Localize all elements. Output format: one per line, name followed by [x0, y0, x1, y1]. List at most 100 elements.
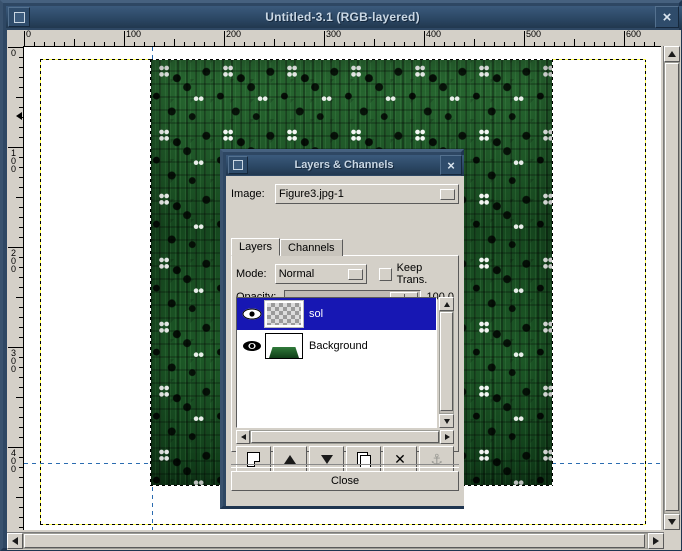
vertical-scroll-thumb[interactable] [665, 63, 679, 511]
scroll-down-arrow[interactable] [439, 414, 454, 428]
ruler-tick [74, 39, 75, 46]
list-item-label: Background [309, 340, 368, 352]
ruler-tick [194, 42, 195, 46]
layer-list-hscroll-thumb[interactable] [251, 431, 439, 443]
up-arrow-icon [284, 455, 296, 464]
ruler-tick [154, 42, 155, 46]
layer-list-hscroll-trough[interactable] [250, 430, 440, 444]
layer-list-scroll-trough[interactable] [439, 311, 454, 414]
ruler-tick [284, 42, 285, 46]
layers-tab-page: Mode: Normal Keep Trans. Opacity: [231, 255, 459, 452]
mode-dropdown-value: Normal [279, 268, 348, 280]
ruler-tick [164, 42, 165, 46]
ruler-tick [134, 42, 135, 46]
scroll-left-arrow[interactable] [7, 533, 23, 549]
ruler-label: 2 0 0 [9, 249, 18, 273]
keep-trans-checkbox[interactable] [379, 268, 392, 281]
layer-list-horizontal-scrollbar[interactable] [236, 430, 454, 444]
horizontal-scroll-thumb[interactable] [24, 534, 645, 548]
ruler-tick [19, 67, 23, 68]
horizontal-scroll-trough[interactable] [23, 533, 648, 549]
ruler-tick [19, 317, 23, 318]
scroll-up-arrow[interactable] [664, 46, 680, 62]
ruler-tick [19, 87, 23, 88]
ruler-tick [514, 42, 515, 46]
ruler-tick [19, 137, 23, 138]
ruler-tick [19, 477, 23, 478]
table-row[interactable]: Background [237, 330, 436, 362]
layer-thumbnail [265, 333, 303, 359]
dialog-titlebar[interactable]: Layers & Channels × [226, 155, 464, 175]
ruler-tick [394, 42, 395, 46]
ruler-tick [16, 397, 23, 398]
new-layer-button[interactable] [236, 446, 271, 472]
scroll-right-arrow[interactable] [648, 533, 664, 549]
eye-icon[interactable] [239, 308, 265, 320]
duplicate-layer-button[interactable] [346, 446, 381, 472]
ruler-tick [19, 177, 23, 178]
ruler-label: 3 0 0 [9, 349, 18, 373]
horizontal-ruler[interactable]: 0100200300400500600 [23, 30, 661, 47]
ruler-tick [634, 42, 635, 46]
vertical-scroll-trough[interactable] [664, 62, 680, 514]
eye-icon[interactable] [239, 340, 265, 352]
ruler-tick [564, 42, 565, 46]
keep-trans-label: Keep Trans. [397, 262, 454, 286]
image-selector-row: Image: Figure3.jpg-1 [231, 184, 459, 204]
ruler-tick [414, 42, 415, 46]
delete-layer-button[interactable]: ✕ [383, 446, 418, 472]
ruler-tick [34, 42, 35, 46]
ruler-tick [174, 39, 175, 46]
ruler-tick [19, 167, 23, 168]
layer-list-vertical-scrollbar[interactable] [439, 297, 454, 428]
window-titlebar[interactable]: Untitled-3.1 (RGB-layered) × [6, 6, 682, 28]
down-arrow-icon [321, 455, 333, 464]
dialog-close-icon[interactable]: × [440, 155, 462, 175]
dialog-body: Image: Figure3.jpg-1 Layers Channels Mod… [226, 176, 464, 506]
ruler-tick [19, 337, 23, 338]
ruler-tick [294, 42, 295, 46]
close-button[interactable]: Close [231, 471, 459, 491]
ruler-tick [19, 227, 23, 228]
notebook-tabs: Layers Channels [231, 238, 459, 256]
horizontal-scrollbar[interactable] [7, 532, 664, 550]
window-menu-icon[interactable] [8, 7, 30, 27]
scroll-right-arrow[interactable] [440, 430, 454, 444]
vertical-ruler[interactable]: 01 0 02 0 03 0 04 0 0 [7, 46, 24, 530]
ruler-tick [19, 107, 23, 108]
ruler-tick [444, 42, 445, 46]
tab-layers[interactable]: Layers [231, 238, 280, 256]
mode-label: Mode: [236, 268, 275, 280]
ruler-tick [404, 42, 405, 46]
ruler-tick [474, 39, 475, 46]
ruler-tick [19, 287, 23, 288]
vertical-scrollbar[interactable] [663, 46, 681, 530]
mode-dropdown[interactable]: Normal [275, 264, 367, 284]
ruler-tick [464, 42, 465, 46]
ruler-tick [234, 42, 235, 46]
layer-list-scroll-thumb[interactable] [440, 312, 453, 411]
tab-channels[interactable]: Channels [280, 239, 342, 256]
table-row[interactable]: sol [237, 298, 436, 330]
layer-thumbnail [265, 301, 303, 327]
layer-list[interactable]: sol Background [236, 297, 437, 428]
ruler-tick [454, 42, 455, 46]
scroll-down-arrow[interactable] [664, 514, 680, 530]
raise-layer-button[interactable] [273, 446, 308, 472]
ruler-tick [19, 427, 23, 428]
layers-and-channels-dialog[interactable]: Layers & Channels × Image: Figure3.jpg-1… [220, 149, 464, 509]
close-icon[interactable]: × [655, 6, 679, 28]
dialog-window-menu-icon[interactable] [228, 156, 248, 174]
ruler-tick [19, 127, 23, 128]
scroll-left-arrow[interactable] [236, 430, 250, 444]
ruler-tick [19, 357, 23, 358]
ruler-tick [344, 42, 345, 46]
scroll-up-arrow[interactable] [439, 297, 454, 311]
image-label: Image: [231, 188, 275, 200]
image-dropdown[interactable]: Figure3.jpg-1 [275, 184, 459, 204]
ruler-tick [19, 237, 23, 238]
chevron-down-icon [348, 269, 363, 280]
lower-layer-button[interactable] [309, 446, 344, 472]
ruler-tick [254, 42, 255, 46]
dialog-title: Layers & Channels [248, 159, 440, 171]
